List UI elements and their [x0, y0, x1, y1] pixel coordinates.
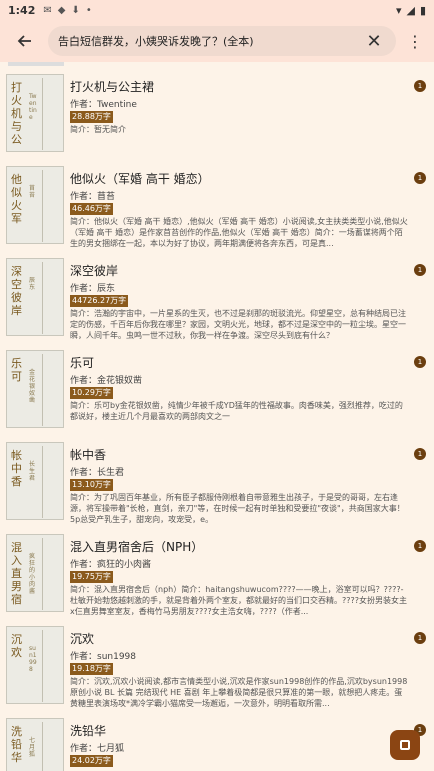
dot-icon: •: [85, 4, 92, 16]
book-intro: 简介：混入直男宿舍后（nph）简介：haitangshuwucom????——晚…: [70, 585, 407, 616]
cover-ornament: [42, 538, 60, 610]
book-item[interactable]: 洗铅华 七月狐 洗铅华 作者：七月狐 24.02万字 1: [0, 710, 434, 771]
cover-title: 乐可: [11, 357, 22, 383]
book-item[interactable]: 深空彼岸 辰东 深空彼岸 作者：辰东 44726.27万字 简介：浩瀚的宇宙中，…: [0, 250, 434, 342]
book-title: 洗铅华: [70, 724, 107, 738]
book-author: 作者：金花银奴凿: [70, 376, 143, 386]
book-cover: 洗铅华 七月狐: [6, 718, 64, 771]
cat-icon: ◆: [57, 4, 66, 16]
book-title: 他似火（军婚 高干 婚恋）: [70, 172, 210, 186]
book-author: 作者：七月狐: [70, 744, 125, 754]
book-intro: 简介：浩瀚的宇宙中，一片星系的生灭，也不过是刹那的斑驳流光。仰望星空，总有种结局…: [70, 309, 406, 340]
book-author: 作者：疯狂的小肉酱: [70, 560, 152, 570]
cover-author: sun1998: [29, 645, 37, 673]
book-author: 作者：sun1998: [70, 652, 137, 662]
book-intro: 简介：他似火（军婚 高干 婚恋）,他似火（军婚 高干 婚恋）小说阅读,女主扶类类…: [70, 217, 408, 248]
cover-ornament: [42, 722, 60, 771]
source-count-badge: 1: [414, 356, 426, 368]
clear-icon[interactable]: ✕: [362, 31, 386, 52]
book-item[interactable]: 沉欢 sun1998 沉欢 作者：sun1998 19.18万字 简介：沉欢,沉…: [0, 618, 434, 710]
cover-ornament: [42, 354, 60, 426]
cover-ornament: [42, 78, 60, 150]
cover-author: 七月狐: [29, 737, 36, 758]
book-intro: 简介：乐可by金花银奴凿，纯情少年被千成YD猛年的性福故事。肉香味美，强烈推荐，…: [70, 401, 403, 421]
book-cover: 沉欢 sun1998: [6, 626, 64, 704]
book-item[interactable]: 他似火军 苜苔 他似火（军婚 高干 婚恋） 作者：苜苔 46.46万字 简介：他…: [0, 158, 434, 250]
cover-title: 他似火军: [11, 173, 22, 225]
source-count-badge: 1: [414, 448, 426, 460]
cover-author: 长生君: [29, 461, 36, 482]
stop-icon: [400, 740, 410, 750]
cover-ornament: [42, 170, 60, 242]
source-count-badge: 1: [414, 264, 426, 276]
cover-title: 打火机与公: [11, 81, 22, 146]
book-title: 深空彼岸: [70, 264, 119, 278]
more-menu-icon[interactable]: ⋮: [396, 32, 434, 51]
app-bar: 告白短信群发，小姨哭诉发晚了？(全本) ✕ ⋮: [0, 20, 434, 62]
book-cover: 他似火军 苜苔: [6, 166, 64, 244]
source-count-badge: 1: [414, 540, 426, 552]
back-button[interactable]: [0, 20, 48, 62]
download-icon: ⬇: [71, 4, 80, 16]
book-cover: 打火机与公 Twentine: [6, 74, 64, 152]
book-cover: 混入直男宿 疯狂的小肉酱: [6, 534, 64, 612]
word-count-badge: 10.29万字: [70, 387, 113, 399]
book-item[interactable]: 乐可 金花银奴凿 乐可 作者：金花银奴凿 10.29万字 简介：乐可by金花银奴…: [0, 342, 434, 434]
book-title: 混入直男宿舍后（NPH）: [70, 540, 204, 554]
gmail-icon: ✉: [43, 4, 52, 16]
book-cover: 乐可 金花银奴凿: [6, 350, 64, 428]
source-count-badge: 1: [414, 172, 426, 184]
book-intro: 简介：沉欢,沉欢小说阅读,都市言情类型小说,沉欢是作家sun1998创作的作品,…: [70, 677, 408, 708]
word-count-badge: 44726.27万字: [70, 295, 129, 307]
book-author: 作者：长生君: [70, 468, 125, 478]
search-field[interactable]: 告白短信群发，小姨哭诉发晚了？(全本) ✕: [48, 26, 396, 56]
word-count-badge: 19.18万字: [70, 663, 113, 675]
book-item[interactable]: 打火机与公 Twentine 打火机与公主裙 作者：Twentine 28.88…: [0, 66, 434, 158]
word-count-badge: 13.10万字: [70, 479, 113, 491]
cover-title: 洗铅华: [11, 725, 22, 764]
cover-ornament: [42, 446, 60, 518]
cover-title: 帐中香: [11, 449, 22, 488]
book-author: 作者：辰东: [70, 284, 116, 294]
source-count-badge: 1: [414, 80, 426, 92]
book-cover: 深空彼岸 辰东: [6, 258, 64, 336]
cover-ornament: [42, 630, 60, 702]
book-item[interactable]: 帐中香 长生君 帐中香 作者：长生君 13.10万字 简介：为了巩固百年基业，所…: [0, 434, 434, 526]
book-intro: 简介：为了巩固百年基业，所有臣子都服侍刚根着自带意雅生出孩子，于是受的哥哥，左右…: [70, 493, 405, 524]
battery-icon: ▮: [419, 3, 426, 17]
floating-action-button[interactable]: [390, 730, 420, 760]
book-title: 打火机与公主裙: [70, 80, 155, 94]
cover-author: 辰东: [29, 277, 36, 291]
book-list[interactable]: 打火机与公 Twentine 打火机与公主裙 作者：Twentine 28.88…: [0, 66, 434, 771]
cover-author: Twentine: [29, 93, 37, 121]
word-count-badge: 28.88万字: [70, 111, 113, 123]
cover-title: 沉欢: [11, 633, 22, 659]
word-count-badge: 24.02万字: [70, 755, 113, 767]
source-count-badge: 1: [414, 632, 426, 644]
book-title: 帐中香: [70, 448, 107, 462]
status-bar: 1:42 ✉ ◆ ⬇ • ▾ ◢ ▮: [0, 0, 434, 20]
book-author: 作者：苜苔: [70, 192, 116, 202]
book-item[interactable]: 混入直男宿 疯狂的小肉酱 混入直男宿舍后（NPH） 作者：疯狂的小肉酱 19.7…: [0, 526, 434, 618]
cover-author: 苜苔: [29, 185, 36, 199]
signal-icon: ◢: [406, 3, 415, 17]
book-intro: 简介：暂无简介: [70, 125, 126, 134]
word-count-badge: 46.46万字: [70, 203, 113, 215]
book-title: 沉欢: [70, 632, 95, 646]
back-arrow-icon: [17, 35, 31, 47]
cover-author: 疯狂的小肉酱: [29, 553, 36, 595]
status-time: 1:42: [8, 3, 36, 17]
wifi-icon: ▾: [395, 3, 402, 17]
book-cover: 帐中香 长生君: [6, 442, 64, 520]
word-count-badge: 19.75万字: [70, 571, 113, 583]
cover-ornament: [42, 262, 60, 334]
book-title: 乐可: [70, 356, 95, 370]
book-author: 作者：Twentine: [70, 100, 137, 110]
cover-title: 深空彼岸: [11, 265, 22, 317]
search-query[interactable]: 告白短信群发，小姨哭诉发晚了？(全本): [58, 33, 362, 49]
cover-title: 混入直男宿: [11, 541, 22, 606]
cover-author: 金花银奴凿: [29, 369, 36, 404]
